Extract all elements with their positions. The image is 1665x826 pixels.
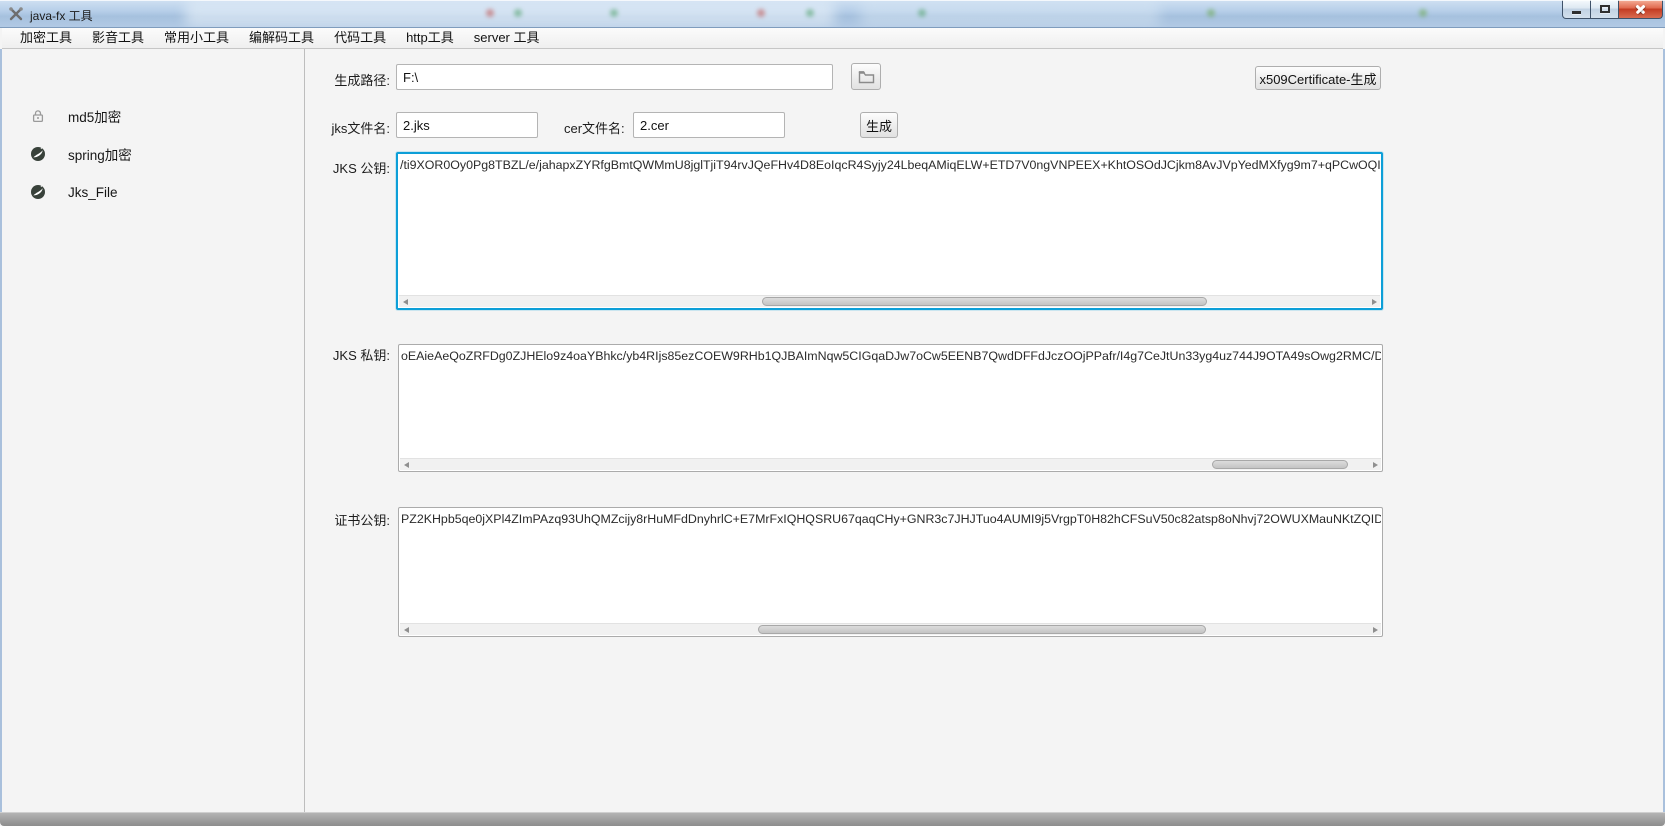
titlebar-glass-decoration bbox=[1419, 9, 1427, 17]
sidebar-item-label: Jks_File bbox=[68, 185, 118, 200]
menu-server-tools[interactable]: server 工具 bbox=[464, 28, 550, 48]
close-icon bbox=[1634, 3, 1647, 16]
close-button[interactable] bbox=[1618, 0, 1663, 19]
jks-private-key-textarea[interactable]: oEAieAeQoZRFDg0ZJHElo9z4oaYBhkc/yb4RIjs8… bbox=[398, 344, 1383, 472]
jks-form: 生成路径: x509Certificate-生成 jks文件名: cer文件名:… bbox=[306, 49, 1663, 812]
titlebar-glass-decoration bbox=[514, 9, 522, 17]
jks-filename-input[interactable] bbox=[396, 112, 538, 138]
jks-public-key-label: JKS 公钥: bbox=[306, 158, 390, 177]
jks-private-key-label: JKS 私钥: bbox=[306, 345, 390, 364]
menu-codec-tools[interactable]: 编解码工具 bbox=[239, 28, 324, 48]
maximize-button[interactable] bbox=[1591, 0, 1618, 19]
sidebar-item-label: md5加密 bbox=[68, 106, 121, 126]
sidebar-item-jks-file[interactable]: Jks_File bbox=[30, 182, 118, 202]
spring-icon bbox=[30, 146, 46, 162]
jks-public-key-textarea[interactable]: /ti9XOR0Oy0Pg8TBZL/e/jahapxZYRfgBmtQWMmU… bbox=[396, 152, 1383, 310]
sidebar-item-label: spring加密 bbox=[68, 144, 132, 164]
titlebar-glass-decoration bbox=[860, 1, 1160, 27]
scroll-right-icon[interactable] bbox=[1368, 296, 1380, 307]
titlebar-glass-decoration bbox=[185, 1, 835, 27]
window-controls bbox=[1562, 0, 1663, 19]
menu-media-tools[interactable]: 影音工具 bbox=[82, 28, 154, 48]
scroll-left-icon[interactable] bbox=[400, 459, 412, 470]
scroll-left-icon[interactable] bbox=[399, 296, 411, 307]
path-input[interactable] bbox=[396, 64, 833, 90]
scrollbar-thumb[interactable] bbox=[762, 297, 1207, 306]
menu-code-tools[interactable]: 代码工具 bbox=[324, 28, 396, 48]
jks-public-key-text: /ti9XOR0Oy0Pg8TBZL/e/jahapxZYRfgBmtQWMmU… bbox=[400, 158, 1380, 172]
scroll-left-icon[interactable] bbox=[400, 624, 412, 635]
cert-public-key-label: 证书公钥: bbox=[306, 510, 390, 529]
jks-filename-label: jks文件名: bbox=[306, 118, 390, 137]
menubar: 加密工具 影音工具 常用小工具 编解码工具 代码工具 http工具 server… bbox=[2, 28, 1663, 49]
scrollbar-thumb[interactable] bbox=[758, 625, 1206, 634]
cert-public-key-text: PZ2KHpb5qe0jXPl4ZImPAzq93UhQMZcijy8rHuMF… bbox=[401, 512, 1381, 526]
maximize-icon bbox=[1600, 5, 1610, 13]
menu-encrypt-tools[interactable]: 加密工具 bbox=[10, 28, 82, 48]
content-frame: md5加密 spring加密 Jks_File bbox=[0, 49, 1665, 812]
menu-http-tools[interactable]: http工具 bbox=[396, 28, 464, 48]
titlebar-glass-decoration bbox=[757, 9, 765, 17]
app-window: java-fx 工具 加密工具 影音工具 常用小工具 编解码工具 代码工具 ht… bbox=[0, 0, 1665, 826]
folder-icon bbox=[858, 70, 875, 84]
titlebar-glass-decoration bbox=[806, 9, 814, 17]
cer-filename-label: cer文件名: bbox=[564, 118, 625, 137]
window-bottom-border bbox=[0, 812, 1665, 826]
titlebar-glass-decoration bbox=[918, 9, 926, 17]
titlebar[interactable]: java-fx 工具 bbox=[0, 0, 1665, 28]
browse-folder-button[interactable] bbox=[851, 63, 881, 90]
jks-private-key-text: oEAieAeQoZRFDg0ZJHElo9z4oaYBhkc/yb4RIjs8… bbox=[401, 349, 1381, 363]
titlebar-glass-decoration bbox=[610, 9, 618, 17]
scroll-right-icon[interactable] bbox=[1369, 624, 1381, 635]
spring-icon bbox=[30, 184, 46, 200]
minimize-button[interactable] bbox=[1562, 0, 1591, 19]
generate-button[interactable]: 生成 bbox=[860, 112, 898, 138]
cert-public-key-textarea[interactable]: PZ2KHpb5qe0jXPl4ZImPAzq93UhQMZcijy8rHuMF… bbox=[398, 507, 1383, 637]
path-label: 生成路径: bbox=[306, 70, 390, 89]
menu-common-tools[interactable]: 常用小工具 bbox=[154, 28, 239, 48]
horizontal-scrollbar[interactable] bbox=[399, 295, 1380, 307]
minimize-icon bbox=[1572, 11, 1581, 14]
sidebar-item-md5[interactable]: md5加密 bbox=[30, 106, 121, 126]
titlebar-glass-decoration bbox=[486, 9, 494, 17]
sidebar-item-spring[interactable]: spring加密 bbox=[30, 144, 132, 164]
x509-generate-button[interactable]: x509Certificate-生成 bbox=[1255, 66, 1381, 90]
scrollbar-thumb[interactable] bbox=[1212, 460, 1348, 469]
tools-icon bbox=[8, 6, 24, 22]
horizontal-scrollbar[interactable] bbox=[400, 623, 1381, 635]
lock-icon bbox=[30, 108, 46, 124]
window-title: java-fx 工具 bbox=[30, 7, 93, 24]
sidebar: md5加密 spring加密 Jks_File bbox=[2, 49, 305, 812]
horizontal-scrollbar[interactable] bbox=[400, 458, 1381, 470]
cer-filename-input[interactable] bbox=[633, 112, 785, 138]
scroll-right-icon[interactable] bbox=[1369, 459, 1381, 470]
titlebar-glass-decoration bbox=[1207, 9, 1215, 17]
